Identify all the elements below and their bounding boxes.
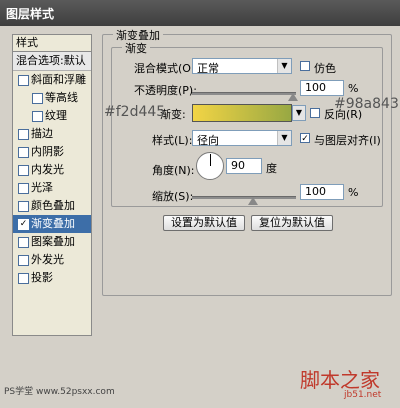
sidebar-item-label: 光泽 xyxy=(31,181,53,194)
inner-legend: 渐变 xyxy=(122,40,150,56)
angle-dial[interactable] xyxy=(196,152,224,180)
sidebar-header: 样式 xyxy=(13,35,91,52)
gradient-preview[interactable] xyxy=(192,104,292,122)
sidebar-item-label: 颜色叠加 xyxy=(31,199,75,212)
sidebar-item-label: 斜面和浮雕 xyxy=(31,73,86,86)
sidebar-item[interactable]: 纹理 xyxy=(13,107,91,125)
chevron-down-icon: ▼ xyxy=(277,131,291,145)
right-color-annotation: #98a843 xyxy=(334,96,399,112)
gradient-group: 渐变 混合模式(O): 正常 ▼ 仿色 不透明度(P): 100 % 渐变: ▼… xyxy=(111,40,383,207)
blend-mode-label: 混合模式(O): xyxy=(134,62,199,75)
align-with-layer-checkbox[interactable]: ✓ xyxy=(300,133,310,144)
sidebar-item-label: 描边 xyxy=(31,127,53,140)
style-select[interactable]: 径向 ▼ xyxy=(192,130,292,147)
dialog-body: 样式 混合选项:默认 斜面和浮雕 等高线 纹理 描边 内阴影 内发光 光泽 颜色叠加 ✓ 渐变叠加… xyxy=(0,26,400,408)
sidebar-item-label: 外发光 xyxy=(31,253,64,266)
sidebar-item[interactable]: 光泽 xyxy=(13,179,91,197)
sidebar-item-checkbox[interactable] xyxy=(18,255,29,266)
scale-slider-thumb[interactable] xyxy=(248,197,258,205)
angle-needle xyxy=(210,154,211,166)
dither-checkbox[interactable] xyxy=(300,61,310,71)
align-with-layer-label: 与图层对齐(I) xyxy=(314,134,381,147)
sidebar-item-checkbox[interactable] xyxy=(32,93,43,104)
sidebar-item-checkbox[interactable] xyxy=(18,75,29,86)
sidebar-item[interactable]: ✓ 渐变叠加 xyxy=(13,215,91,233)
sidebar-item[interactable]: 等高线 xyxy=(13,89,91,107)
watermark-right: 脚本之家 xyxy=(300,368,380,392)
scale-slider[interactable] xyxy=(192,196,296,199)
gradient-dropdown-icon[interactable]: ▼ xyxy=(292,105,306,121)
reset-to-default-button[interactable]: 复位为默认值 xyxy=(251,215,333,231)
opacity-slider[interactable] xyxy=(192,92,296,95)
sidebar-item-checkbox[interactable] xyxy=(18,165,29,176)
sidebar-item-blend-options[interactable]: 混合选项:默认 xyxy=(13,52,91,71)
opacity-input[interactable]: 100 xyxy=(300,80,344,96)
sidebar-item[interactable]: 外发光 xyxy=(13,251,91,269)
watermark-left: PS学堂 www.52psxx.com xyxy=(4,387,115,397)
gradient-overlay-group: 渐变叠加 渐变 混合模式(O): 正常 ▼ 仿色 不透明度(P): 100 % … xyxy=(102,27,392,296)
sidebar-item-checkbox[interactable] xyxy=(18,237,29,248)
chevron-down-icon: ▼ xyxy=(277,59,291,73)
styles-sidebar: 样式 混合选项:默认 斜面和浮雕 等高线 纹理 描边 内阴影 内发光 光泽 颜色叠加 ✓ 渐变叠加… xyxy=(12,34,92,336)
sidebar-item[interactable]: 图案叠加 xyxy=(13,233,91,251)
title-bar: 图层样式 xyxy=(0,0,400,26)
sidebar-item[interactable]: 描边 xyxy=(13,125,91,143)
sidebar-item-label: 渐变叠加 xyxy=(31,217,75,230)
scale-percent: % xyxy=(348,186,359,199)
scale-label: 缩放(S): xyxy=(152,190,194,203)
sidebar-item-checkbox[interactable] xyxy=(18,147,29,158)
sidebar-item[interactable]: 内阴影 xyxy=(13,143,91,161)
opacity-label: 不透明度(P): xyxy=(134,84,197,97)
window-title: 图层样式 xyxy=(6,7,55,21)
dither-label: 仿色 xyxy=(314,62,336,75)
sidebar-item-checkbox[interactable] xyxy=(18,129,29,140)
opacity-percent: % xyxy=(348,82,359,95)
sidebar-item[interactable]: 内发光 xyxy=(13,161,91,179)
sidebar-item[interactable]: 颜色叠加 xyxy=(13,197,91,215)
reverse-checkbox[interactable] xyxy=(310,108,320,118)
sidebar-item-checkbox[interactable] xyxy=(32,111,43,122)
angle-degree-unit: 度 xyxy=(266,162,277,175)
set-as-default-button[interactable]: 设置为默认值 xyxy=(163,215,245,231)
sidebar-item-label: 内发光 xyxy=(31,163,64,176)
sidebar-item-label: 投影 xyxy=(31,271,53,284)
angle-label: 角度(N): xyxy=(152,164,195,177)
sidebar-item-label: 图案叠加 xyxy=(31,235,75,248)
left-color-annotation: #f2d445 xyxy=(104,104,166,120)
scale-input[interactable]: 100 xyxy=(300,184,344,200)
blend-mode-select[interactable]: 正常 ▼ xyxy=(192,58,292,75)
sidebar-item-checkbox[interactable] xyxy=(18,183,29,194)
sidebar-item-checkbox[interactable] xyxy=(18,201,29,212)
style-label: 样式(L): xyxy=(152,134,193,147)
sidebar-item-label: 等高线 xyxy=(45,91,78,104)
watermark-right-sub: jb51.net xyxy=(344,390,382,400)
angle-input[interactable]: 90 xyxy=(226,158,262,174)
opacity-slider-thumb[interactable] xyxy=(288,93,298,101)
sidebar-item[interactable]: 斜面和浮雕 xyxy=(13,71,91,89)
sidebar-item[interactable]: 投影 xyxy=(13,269,91,287)
sidebar-item-label: 纹理 xyxy=(45,109,67,122)
sidebar-item-checkbox[interactable]: ✓ xyxy=(18,219,29,230)
sidebar-item-label: 内阴影 xyxy=(31,145,64,158)
style-value: 径向 xyxy=(197,134,219,147)
blend-mode-value: 正常 xyxy=(197,62,219,75)
sidebar-item-checkbox[interactable] xyxy=(18,273,29,284)
